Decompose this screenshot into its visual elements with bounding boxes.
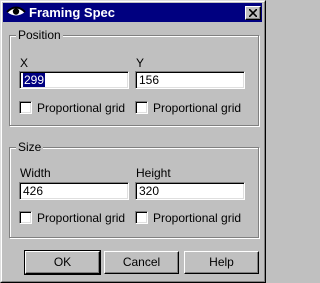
x-proportional-label[interactable]: Proportional grid <box>37 101 125 115</box>
width-proportional-checkbox[interactable] <box>19 211 32 224</box>
width-input[interactable]: 426 <box>19 182 129 200</box>
y-proportional-checkbox[interactable] <box>135 101 148 114</box>
width-input-value: 426 <box>23 184 44 198</box>
width-label: Width <box>20 166 51 180</box>
y-input-value: 156 <box>139 73 160 87</box>
x-label: X <box>20 56 29 70</box>
y-label: Y <box>136 56 145 70</box>
height-input-value: 320 <box>139 184 160 198</box>
height-input[interactable]: 320 <box>135 182 245 200</box>
cancel-button[interactable]: Cancel <box>104 251 179 274</box>
y-input[interactable]: 156 <box>135 71 245 89</box>
x-input[interactable]: 299 <box>19 71 129 89</box>
window-title: Framing Spec <box>29 5 115 20</box>
height-proportional-checkbox[interactable] <box>135 211 148 224</box>
ok-button[interactable]: OK <box>24 250 101 275</box>
y-proportional-label[interactable]: Proportional grid <box>153 101 241 115</box>
height-label: Height <box>136 166 171 180</box>
width-proportional-label[interactable]: Proportional grid <box>37 211 125 225</box>
size-group-label: Size <box>16 140 44 154</box>
title-bar[interactable]: Framing Spec <box>3 3 262 22</box>
close-icon <box>249 9 257 17</box>
framing-spec-dialog: Framing Spec Position X Y 299 156 Propor… <box>0 0 266 283</box>
close-button[interactable] <box>245 6 261 20</box>
x-input-value: 299 <box>23 73 46 87</box>
height-proportional-label[interactable]: Proportional grid <box>153 211 241 225</box>
x-proportional-checkbox[interactable] <box>19 101 32 114</box>
eye-icon <box>6 5 26 19</box>
help-button[interactable]: Help <box>184 251 259 274</box>
position-group-label: Position <box>16 28 63 42</box>
